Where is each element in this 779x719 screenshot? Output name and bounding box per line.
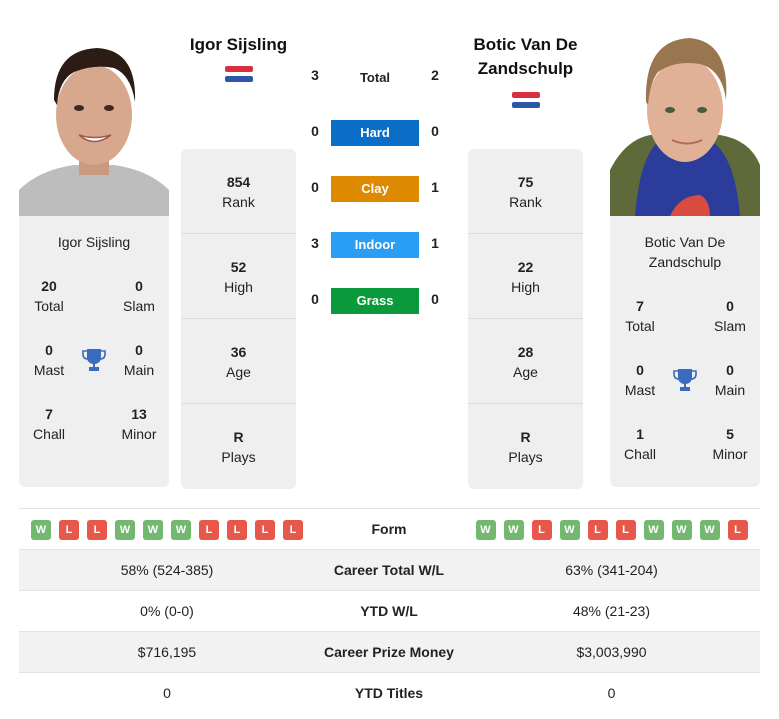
player2-portrait-image: [610, 30, 760, 216]
player1-form-badge-win[interactable]: W: [31, 519, 51, 540]
h2h-hard-row: 0 Hard 0: [305, 120, 445, 146]
player2-photo: [610, 30, 760, 216]
h2h-hard-p1: 0: [311, 123, 319, 139]
player1-form: WLLWWWLLLL: [19, 509, 315, 550]
player2-name[interactable]: Botic Van De Zandschulp: [463, 33, 588, 81]
player1-form-badge-loss[interactable]: L: [87, 519, 107, 540]
h2h-grass-row: 0 Grass 0: [305, 288, 445, 314]
player2-stat-high: 22 High: [468, 234, 583, 319]
player1-titles-main: 0 Main: [123, 342, 155, 378]
player2-career-total-wl: 63% (341-204): [565, 562, 658, 578]
player1-photo: [19, 30, 169, 216]
player1-stats-column: 854 Rank 52 High 36 Age R Plays: [181, 149, 296, 489]
career-prize-money-row: $716,195 Career Prize Money $3,003,990: [19, 632, 760, 673]
h2h-indoor-p2: 1: [431, 235, 439, 251]
player2-stats-column: 75 Rank 22 High 28 Age R Plays: [468, 149, 583, 489]
player2-ytd-titles: 0: [607, 685, 616, 701]
player2-career-prize-money: $3,003,990: [576, 644, 647, 660]
career-prize-money-label: Career Prize Money: [324, 644, 454, 660]
player1-titles-slam: 0 Slam: [123, 278, 155, 314]
player2-titles-slam: 0 Slam: [714, 298, 746, 334]
player2-form-badge-win[interactable]: W: [671, 519, 692, 540]
player1-titles-mast: 0 Mast: [33, 342, 65, 378]
career-total-wl-row: 58% (524-385) Career Total W/L 63% (341-…: [19, 550, 760, 591]
player2-stat-age: 28 Age: [468, 319, 583, 404]
h2h-total-p1: 3: [311, 67, 319, 83]
player1-flag-netherlands-icon: [225, 66, 253, 86]
player1-form-badge-win[interactable]: W: [171, 519, 191, 540]
surface-indoor-button[interactable]: Indoor: [331, 232, 419, 258]
player2-form-badge-loss[interactable]: L: [615, 519, 636, 540]
player1-form-badge-loss[interactable]: L: [227, 519, 247, 540]
ytd-titles-label: YTD Titles: [354, 685, 424, 701]
h2h-hard-p2: 0: [431, 123, 439, 139]
player2-flag-netherlands-icon: [512, 92, 540, 112]
h2h-total-row: 3 Total 2: [305, 64, 445, 90]
player2-ytd-wl: 48% (21-23): [572, 603, 651, 619]
player2-form-badge-win[interactable]: W: [559, 519, 580, 540]
career-total-wl-label: Career Total W/L: [333, 562, 445, 578]
player2-form-badge-loss[interactable]: L: [531, 519, 552, 540]
player1-titles-total: 20 Total: [34, 278, 64, 314]
player1-stat-plays: R Plays: [221, 429, 256, 465]
h2h-indoor-p1: 3: [311, 235, 319, 251]
h2h-clay-p1: 0: [311, 179, 319, 195]
form-row: WLLWWWLLLL Form WWLWLLWWWL: [19, 509, 760, 550]
player1-titles-minor: 13 Minor: [121, 406, 157, 442]
player2-form: WWLWLLWWWL: [463, 509, 760, 550]
player2-form-badge-win[interactable]: W: [475, 519, 496, 540]
player1-form-badge-win[interactable]: W: [115, 519, 135, 540]
h2h-total-p2: 2: [431, 67, 439, 83]
player1-form-badge-loss[interactable]: L: [283, 519, 303, 540]
player1-titles-chall: 7 Chall: [33, 406, 65, 442]
player2-form-badge-win[interactable]: W: [643, 519, 664, 540]
player2-info-card: Botic Van De Zandschulp 7 Total 0 Slam 0…: [610, 216, 760, 487]
player2-form-badge-loss[interactable]: L: [587, 519, 608, 540]
h2h-grass-p1: 0: [311, 291, 319, 307]
ytd-wl-label: YTD W/L: [360, 603, 418, 619]
player1-form-badge-loss[interactable]: L: [199, 519, 219, 540]
player2-titles-mast: 0 Mast: [624, 362, 656, 398]
h2h-grass-p2: 0: [431, 291, 439, 307]
h2h-total-label: Total: [359, 70, 391, 85]
player1-ytd-titles: 0: [163, 685, 171, 701]
player1-stat-age: 36 Age: [181, 319, 296, 404]
player2-form-badge-loss[interactable]: L: [727, 519, 748, 540]
form-label: Form: [371, 521, 407, 537]
player1-form-badge-loss[interactable]: L: [59, 519, 79, 540]
player2-titles-total: 7 Total: [625, 298, 655, 334]
player1-name[interactable]: Igor Sijsling: [181, 33, 296, 57]
player2-titles-minor: 5 Minor: [712, 426, 748, 462]
h2h-clay-p2: 1: [431, 179, 439, 195]
player1-info-card: Igor Sijsling 20 Total 0 Slam 0 Mast 0 M…: [19, 216, 169, 487]
player1-portrait-image: [19, 30, 169, 216]
player1-ytd-wl: 0% (0-0): [140, 603, 194, 619]
player1-stat-rank: 854 Rank: [181, 149, 296, 234]
trophy-icon: [82, 347, 106, 373]
player1-form-badge-win[interactable]: W: [143, 519, 163, 540]
surface-clay-button[interactable]: Clay: [331, 176, 419, 202]
player1-career-total-wl: 58% (524-385): [120, 562, 214, 578]
player1-card-name: Igor Sijsling: [57, 234, 131, 250]
ytd-wl-row: 0% (0-0) YTD W/L 48% (21-23): [19, 591, 760, 632]
player1-form-badge-loss[interactable]: L: [255, 519, 275, 540]
h2h-clay-row: 0 Clay 1: [305, 176, 445, 202]
player2-card-name: Botic Van De Zandschulp: [644, 234, 726, 270]
surface-hard-button[interactable]: Hard: [331, 120, 419, 146]
player2-stat-rank: 75 Rank: [468, 149, 583, 234]
player1-stat-high: 52 High: [181, 234, 296, 319]
player2-form-badge-win[interactable]: W: [699, 519, 720, 540]
h2h-indoor-row: 3 Indoor 1: [305, 232, 445, 258]
trophy-icon: [673, 367, 697, 393]
player2-form-badge-win[interactable]: W: [503, 519, 524, 540]
ytd-titles-row: 0 YTD Titles 0: [19, 673, 760, 714]
comparison-table: WLLWWWLLLL Form WWLWLLWWWL 58% (524-385)…: [19, 508, 760, 714]
player2-titles-main: 0 Main: [714, 362, 746, 398]
player2-stat-plays: R Plays: [508, 429, 543, 465]
player1-career-prize-money: $716,195: [137, 644, 197, 660]
surface-grass-button[interactable]: Grass: [331, 288, 419, 314]
player2-titles-chall: 1 Chall: [624, 426, 656, 462]
